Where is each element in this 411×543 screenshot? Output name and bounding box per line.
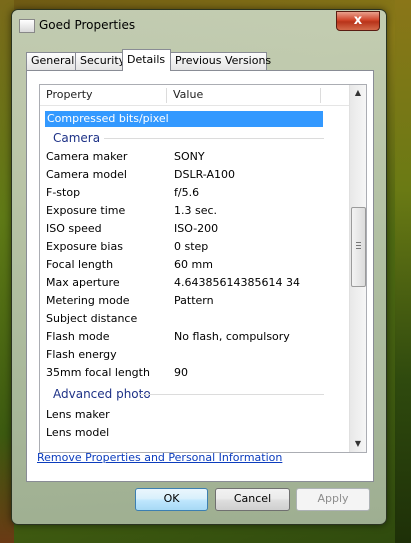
group-header-camera[interactable]: Camera bbox=[53, 130, 100, 146]
apply-button[interactable]: Apply bbox=[296, 488, 370, 511]
property-name[interactable]: ISO speed bbox=[46, 220, 102, 238]
property-value[interactable]: No flash, compulsory bbox=[174, 328, 290, 346]
group-header-advanced-photo[interactable]: Advanced photo bbox=[53, 386, 151, 402]
property-value[interactable]: 60 mm bbox=[174, 256, 213, 274]
property-value[interactable]: 4.64385614385614 34 bbox=[174, 274, 300, 292]
ok-button[interactable]: OK bbox=[135, 488, 208, 511]
scroll-up-arrow-icon[interactable]: ▲ bbox=[350, 85, 366, 101]
grip-icon bbox=[356, 248, 361, 249]
close-button[interactable]: x bbox=[336, 11, 380, 31]
selected-row[interactable]: Compressed bits/pixel bbox=[45, 111, 323, 127]
group-divider bbox=[140, 394, 324, 395]
property-value[interactable]: 0 step bbox=[174, 238, 208, 256]
remove-properties-link[interactable]: Remove Properties and Personal Informati… bbox=[37, 451, 282, 464]
property-value[interactable]: 1.3 sec. bbox=[174, 202, 217, 220]
property-value[interactable]: 90 bbox=[174, 364, 188, 382]
property-value[interactable]: ISO-200 bbox=[174, 220, 218, 238]
tab-previous-versions[interactable]: Previous Versions bbox=[170, 52, 271, 70]
property-name[interactable]: Focal length bbox=[46, 256, 113, 274]
property-value[interactable]: DSLR-A100 bbox=[174, 166, 235, 184]
cancel-button[interactable]: Cancel bbox=[215, 488, 290, 511]
property-name[interactable]: Metering mode bbox=[46, 292, 130, 310]
scroll-thumb[interactable] bbox=[351, 207, 366, 287]
vertical-scrollbar[interactable]: ▲ ▼ bbox=[349, 85, 366, 452]
properties-dialog: Goed Properties x General Security Detai… bbox=[11, 9, 387, 525]
window-title: Goed Properties bbox=[39, 18, 136, 32]
column-header-property[interactable]: Property bbox=[46, 85, 93, 105]
property-value[interactable]: Pattern bbox=[174, 292, 214, 310]
property-name[interactable]: Exposure time bbox=[46, 202, 125, 220]
property-name[interactable]: Exposure bias bbox=[46, 238, 123, 256]
group-divider bbox=[104, 138, 324, 139]
column-divider[interactable] bbox=[166, 88, 167, 103]
grip-icon bbox=[356, 242, 361, 243]
details-panel: Property Value Compressed bits/pixel Cam… bbox=[26, 70, 374, 482]
tab-general[interactable]: General bbox=[26, 52, 78, 70]
scroll-down-arrow-icon[interactable]: ▼ bbox=[350, 436, 366, 452]
desktop-background-right bbox=[395, 0, 411, 543]
property-name[interactable]: 35mm focal length bbox=[46, 364, 150, 382]
property-name[interactable]: Flash energy bbox=[46, 346, 117, 364]
title-bar[interactable]: Goed Properties x bbox=[12, 10, 386, 40]
file-icon bbox=[19, 19, 35, 33]
property-name[interactable]: Subject distance bbox=[46, 310, 137, 328]
property-name[interactable]: Max aperture bbox=[46, 274, 120, 292]
tab-security[interactable]: Security bbox=[75, 52, 125, 70]
property-name[interactable]: Lens model bbox=[46, 424, 109, 442]
tab-details[interactable]: Details bbox=[122, 49, 171, 71]
property-name[interactable]: Lens maker bbox=[46, 406, 110, 424]
list-header: Property Value bbox=[40, 85, 349, 106]
property-name[interactable]: F-stop bbox=[46, 184, 80, 202]
property-name[interactable]: Camera model bbox=[46, 166, 127, 184]
grip-icon bbox=[356, 245, 361, 246]
property-name[interactable]: Camera maker bbox=[46, 148, 127, 166]
property-value[interactable]: SONY bbox=[174, 148, 205, 166]
property-list[interactable]: Property Value Compressed bits/pixel Cam… bbox=[39, 84, 367, 453]
column-divider[interactable] bbox=[320, 88, 321, 103]
property-value[interactable]: f/5.6 bbox=[174, 184, 199, 202]
column-header-value[interactable]: Value bbox=[173, 85, 203, 105]
property-name[interactable]: Flash mode bbox=[46, 328, 110, 346]
